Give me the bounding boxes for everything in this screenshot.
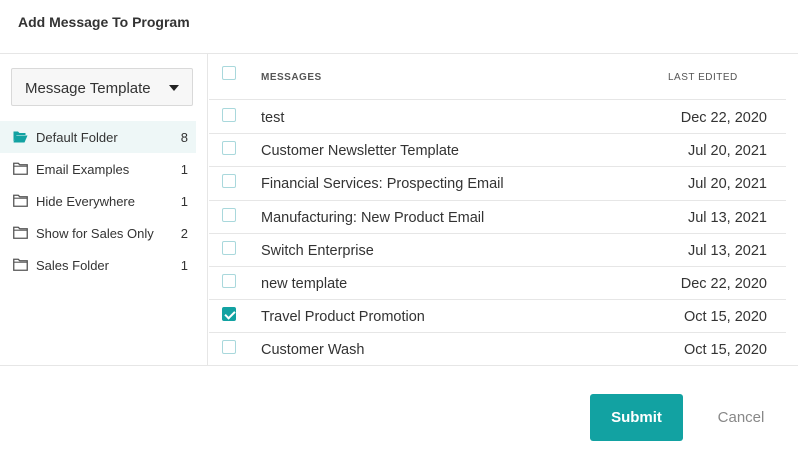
row-checkbox[interactable]	[222, 207, 236, 222]
folder-open-icon	[13, 131, 28, 143]
table-row[interactable]: Financial Services: Prospecting Email Jul…	[209, 167, 786, 201]
message-name: Customer Newsletter Template	[261, 143, 459, 160]
message-name: Manufacturing: New Product Email	[261, 209, 485, 226]
dialog-header: Add Message To Program	[0, 0, 798, 54]
table-row[interactable]: Travel Product Promotion Oct 15, 2020	[209, 300, 786, 334]
last-edited-date: Oct 15, 2020	[683, 309, 767, 326]
row-checkbox[interactable]	[222, 141, 236, 156]
column-header-last-edited[interactable]: LAST EDITED	[668, 72, 738, 83]
dropdown-label: Message Template	[25, 80, 151, 97]
folder-item[interactable]: Email Examples 1	[0, 153, 196, 185]
last-edited-date: Jul 20, 2021	[687, 143, 767, 160]
folder-item[interactable]: Sales Folder 1	[0, 249, 196, 281]
folder-icon	[13, 194, 28, 207]
table-header: MESSAGES LAST EDITED	[209, 54, 786, 100]
last-edited-date: Jul 20, 2021	[687, 176, 767, 193]
message-name: new template	[261, 275, 348, 292]
cancel-button[interactable]: Cancel	[705, 394, 777, 441]
folder-count: 1	[180, 194, 188, 209]
folder-name: Default Folder	[36, 130, 118, 145]
last-edited-date: Jul 13, 2021	[687, 209, 767, 226]
message-name: Switch Enterprise	[261, 242, 374, 259]
folder-item[interactable]: Default Folder 8	[0, 121, 196, 153]
folder-count: 2	[180, 226, 188, 241]
last-edited-date: Dec 22, 2020	[680, 110, 767, 126]
table-row[interactable]: Customer Wash Oct 15, 2020	[209, 333, 786, 366]
folder-name: Show for Sales Only	[36, 226, 154, 241]
message-name: Customer Wash	[261, 342, 365, 359]
row-checkbox[interactable]	[222, 174, 236, 189]
column-header-messages[interactable]: MESSAGES	[261, 72, 322, 83]
dialog-title: Add Message To Program	[18, 14, 190, 30]
template-type-dropdown[interactable]: Message Template	[11, 68, 193, 106]
last-edited-date: Oct 15, 2020	[683, 342, 767, 359]
dialog-footer: Submit Cancel	[0, 365, 798, 451]
caret-down-icon	[169, 85, 179, 91]
folder-list: Default Folder 8 Email Examples 1 Hide Every…	[0, 121, 196, 281]
row-checkbox[interactable]	[222, 273, 236, 288]
folder-name: Sales Folder	[36, 258, 109, 273]
table-body: test Dec 22, 2020 Customer Newsletter Temp…	[209, 101, 786, 367]
folder-icon	[13, 226, 28, 239]
table-row[interactable]: test Dec 22, 2020	[209, 101, 786, 135]
row-checkbox[interactable]	[222, 340, 236, 355]
folder-name: Email Examples	[36, 162, 130, 177]
last-edited-date: Jul 13, 2021	[687, 242, 767, 259]
folder-count: 1	[180, 162, 188, 177]
table-row[interactable]: new template Dec 22, 2020	[209, 267, 786, 301]
row-checkbox[interactable]	[222, 307, 236, 322]
row-checkbox[interactable]	[222, 240, 236, 255]
row-checkbox[interactable]	[222, 108, 236, 122]
folder-count: 8	[180, 130, 188, 145]
folder-name: Hide Everywhere	[36, 194, 135, 209]
folder-icon	[13, 162, 28, 175]
select-all-checkbox[interactable]	[222, 66, 236, 80]
table-row[interactable]: Customer Newsletter Template Jul 20, 2021	[209, 134, 786, 168]
folder-count: 1	[180, 258, 188, 273]
folder-icon	[13, 258, 28, 271]
message-name: test	[261, 110, 285, 126]
message-name: Travel Product Promotion	[261, 309, 425, 326]
message-name: Financial Services: Prospecting Email	[261, 176, 504, 193]
table-row[interactable]: Manufacturing: New Product Email Jul 13, …	[209, 201, 786, 234]
table-row[interactable]: Switch Enterprise Jul 13, 2021	[209, 234, 786, 267]
last-edited-date: Dec 22, 2020	[680, 275, 767, 292]
submit-button[interactable]: Submit	[590, 394, 683, 441]
folder-item[interactable]: Hide Everywhere 1	[0, 185, 196, 217]
folder-item[interactable]: Show for Sales Only 2	[0, 217, 196, 249]
folder-sidebar: Message Template Default Folder 8 Email Ex…	[0, 54, 208, 365]
messages-table: MESSAGES LAST EDITED test Dec 22, 2020 Cus…	[209, 54, 798, 365]
